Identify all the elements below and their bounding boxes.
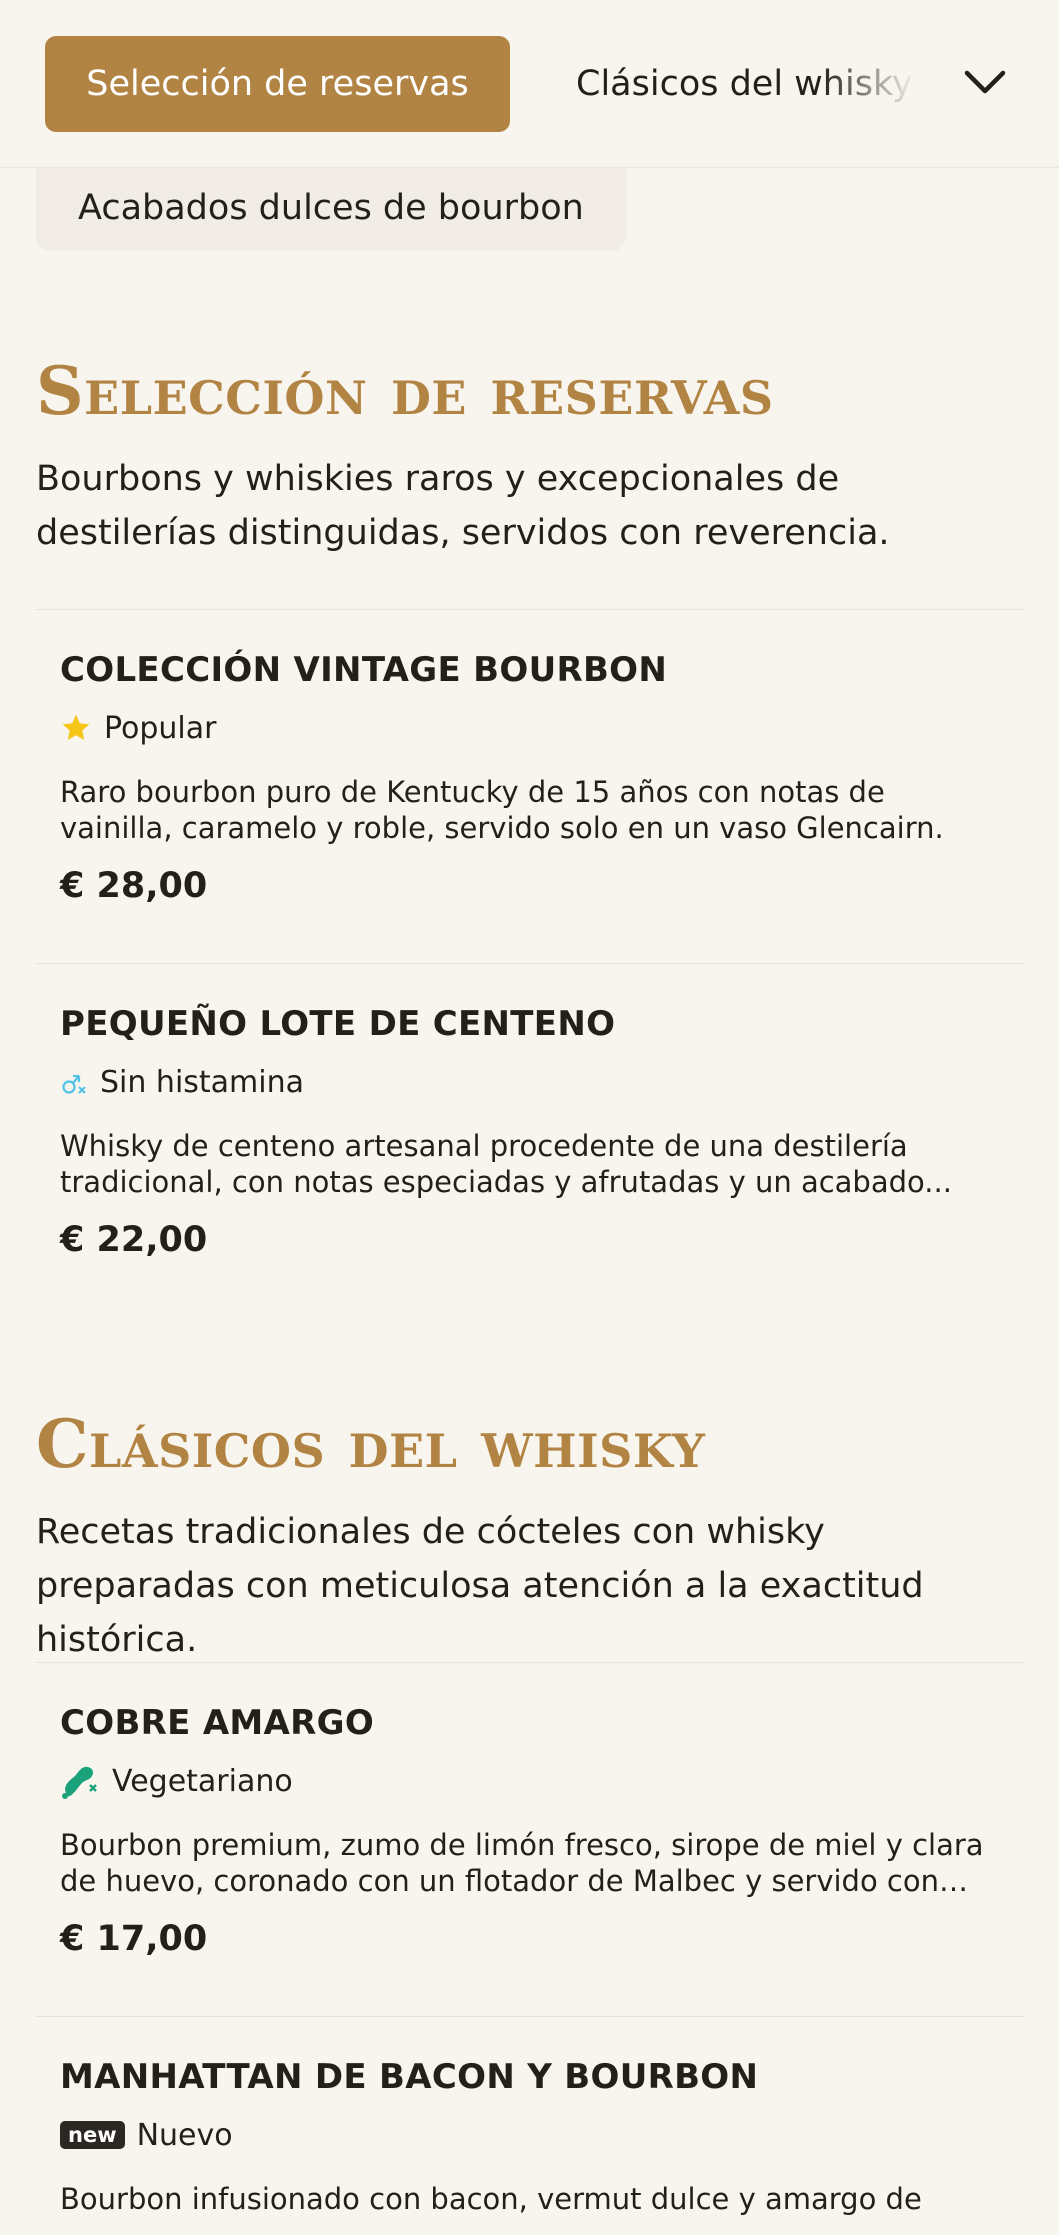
item-name: PEQUEÑO LOTE DE CENTENO: [60, 1004, 616, 1044]
item-description: Bourbon infusionado con bacon, vermut du…: [60, 2182, 922, 2216]
section-description: Bourbons y whiskies raros y excepcionale…: [36, 459, 890, 553]
item-description: Whisky de centeno artesanal procedente d…: [60, 1129, 952, 1199]
menu-item[interactable]: PEQUEÑO LOTE DE CENTENO Sin histamina Wh…: [60, 1004, 1000, 1260]
badge-label: Vegetariano: [112, 1763, 293, 1799]
tab-seleccion-de-reservas[interactable]: Selección de reservas: [45, 36, 510, 132]
star-icon: [60, 712, 92, 744]
divider: [36, 963, 1024, 964]
badge-label: Sin histamina: [100, 1064, 305, 1100]
new-tag: new: [60, 2121, 125, 2149]
item-name: COLECCIÓN VINTAGE BOURBON: [60, 650, 668, 690]
section-title: Clásicos del whisky: [36, 1405, 706, 1483]
chevron-down-icon[interactable]: [960, 64, 1010, 104]
histamine-free-icon: [60, 1067, 88, 1097]
item-price: € 17,00: [60, 1919, 208, 1959]
menu-item[interactable]: COBRE AMARGO Vegetariano Bourbon premium…: [60, 1703, 1000, 1959]
item-badge: Sin histamina: [60, 1064, 1000, 1100]
badge-label: Nuevo: [136, 2117, 233, 2153]
item-description: Bourbon premium, zumo de limón fresco, s…: [60, 1828, 984, 1898]
item-price: € 28,00: [60, 866, 208, 906]
badge-label: Popular: [104, 710, 217, 746]
menu-item[interactable]: MANHATTAN DE BACON Y BOURBON new Nuevo B…: [60, 2057, 1000, 2217]
divider: [36, 1662, 1024, 1663]
menu-item[interactable]: COLECCIÓN VINTAGE BOURBON Popular Raro b…: [60, 650, 1000, 906]
new-icon: new: [60, 2121, 125, 2149]
no-meat-icon: [60, 1763, 100, 1799]
item-description: Raro bourbon puro de Kentucky de 15 años…: [60, 775, 944, 845]
subcategory-acabados-dulces[interactable]: Acabados dulces de bourbon: [36, 165, 626, 251]
divider: [36, 609, 1024, 610]
section-description: Recetas tradicionales de cócteles con wh…: [36, 1512, 924, 1660]
item-name: COBRE AMARGO: [60, 1703, 375, 1743]
item-price: € 22,00: [60, 1220, 208, 1260]
tab-clasicos-del-whisky[interactable]: Clásicos del whisky: [576, 36, 916, 132]
item-badge: Vegetariano: [60, 1763, 1000, 1799]
item-name: MANHATTAN DE BACON Y BOURBON: [60, 2057, 759, 2097]
divider: [36, 2016, 1024, 2017]
section-title: Selección de reservas: [36, 352, 774, 430]
item-badge: Popular: [60, 710, 1000, 746]
item-badge: new Nuevo: [60, 2117, 1000, 2153]
category-nav: Selección de reservas Clásicos del whisk…: [0, 0, 1059, 168]
